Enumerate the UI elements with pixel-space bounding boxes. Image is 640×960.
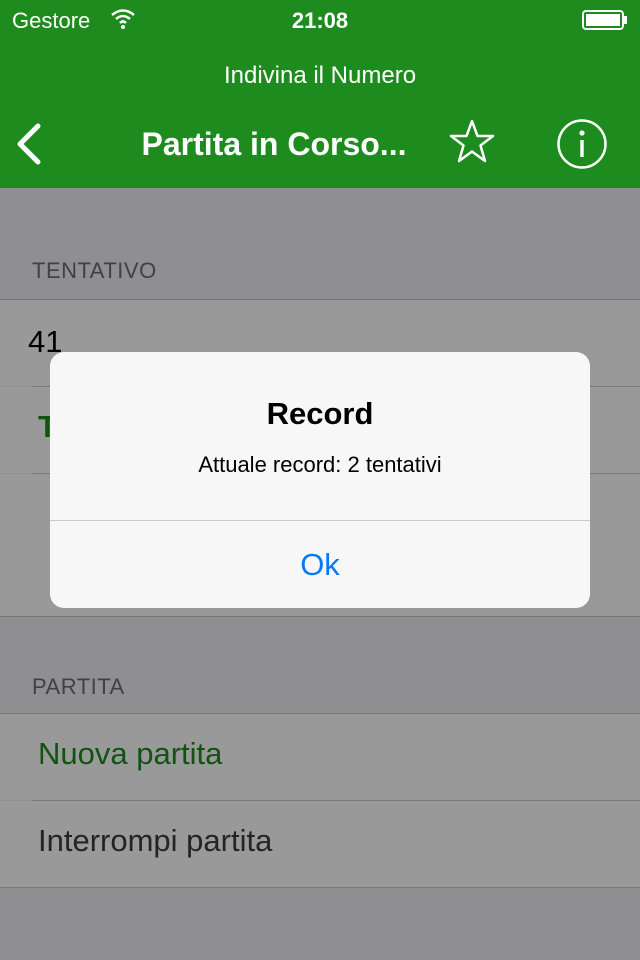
navigation-bar: Gestore 21:08 Indivina il Numero Partita… — [0, 0, 640, 188]
alert-ok-button[interactable]: Ok — [50, 521, 590, 608]
status-bar: Gestore 21:08 — [0, 0, 640, 40]
status-clock: 21:08 — [291, 8, 349, 33]
info-icon[interactable] — [556, 118, 608, 170]
alert-message: Attuale record: 2 tentativi — [198, 452, 442, 477]
alert-title: Record — [266, 396, 374, 431]
app-title: Indivina il Numero — [223, 62, 417, 89]
battery-icon — [582, 10, 627, 30]
alert-dialog: Record Attuale record: 2 tentativi Ok — [50, 352, 590, 608]
star-icon[interactable] — [448, 118, 496, 166]
